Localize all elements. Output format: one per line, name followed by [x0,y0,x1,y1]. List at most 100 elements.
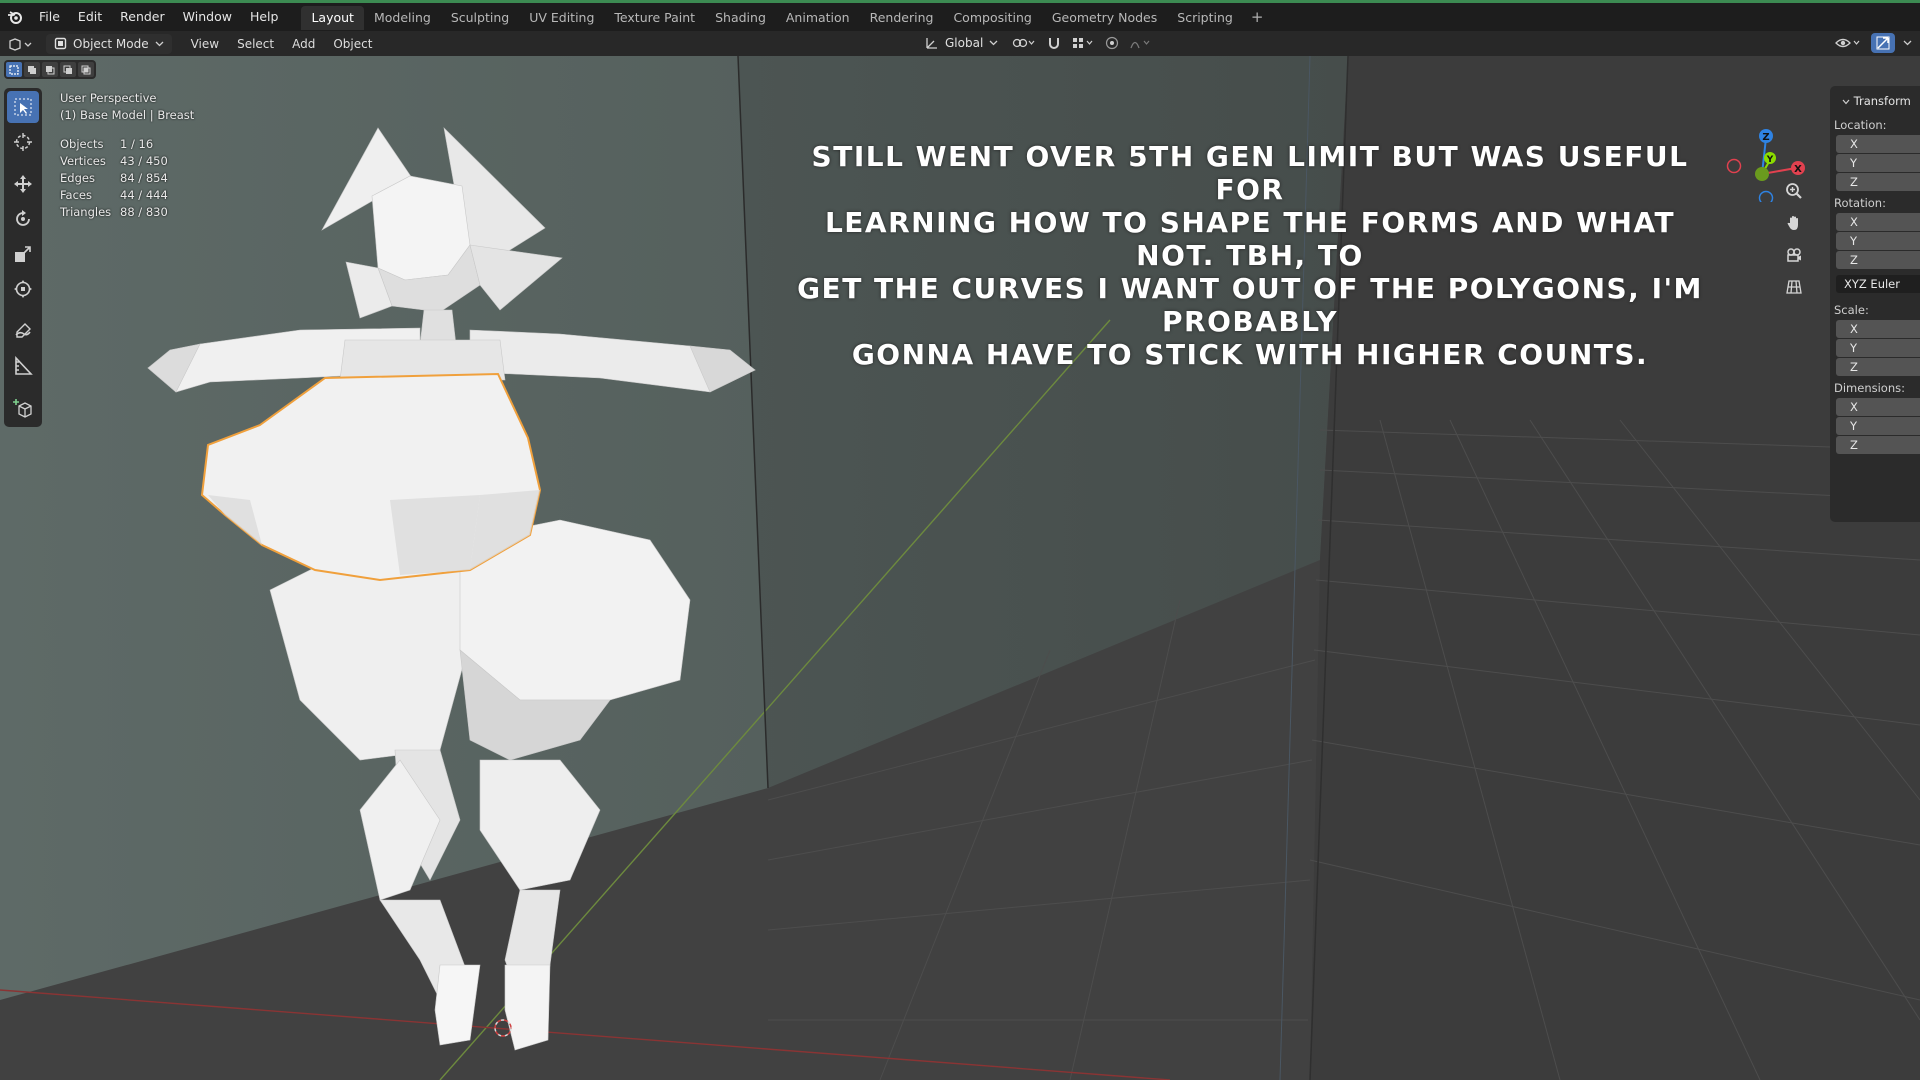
tab-modeling[interactable]: Modeling [364,6,441,30]
viewport-info-overlay: User Perspective (1) Base Model | Breast [60,90,194,124]
stat-value: 1 / 16 [120,137,154,151]
scale-icon [15,246,31,262]
tab-animation[interactable]: Animation [776,6,860,30]
3d-viewport[interactable]: User Perspective (1) Base Model | Breast… [0,56,1920,1080]
tab-rendering[interactable]: Rendering [860,6,944,30]
pivot-point-button[interactable] [1009,33,1039,53]
camera-view-button[interactable] [1780,242,1808,268]
visibility-selector[interactable] [1833,33,1863,53]
snap-target-selector[interactable] [1069,33,1097,53]
scale-z-field[interactable]: Z [1836,358,1920,376]
tab-sculpting[interactable]: Sculpting [441,6,519,30]
cursor-arrow-icon [14,98,32,116]
menu-object[interactable]: Object [324,37,381,51]
chevron-down-icon [989,40,998,46]
gizmo-y-label: Y [1766,155,1774,165]
transform-orientation-selector[interactable]: Global [918,33,1005,53]
chevron-down-icon [1842,99,1850,105]
cursor-tool[interactable] [7,126,39,158]
stat-row: Edges 84 / 854 [60,170,168,187]
tab-layout[interactable]: Layout [301,6,364,30]
add-cube-tool[interactable] [7,392,39,424]
perspective-toggle-button[interactable] [1780,274,1808,300]
select-extend-button[interactable] [24,62,40,77]
scale-x-field[interactable]: X [1836,320,1920,338]
view-name: User Perspective [60,91,157,105]
select-subtract-button[interactable] [42,62,58,77]
viewport-editor-icon [9,37,32,51]
crosshair-cursor-icon [14,133,32,151]
transform-panel-header[interactable]: Transform [1830,86,1920,114]
proportional-edit-icon [1106,36,1119,50]
menu-render[interactable]: Render [111,3,174,31]
location-label: Location: [1834,118,1887,132]
proportional-editing-toggle[interactable] [1101,33,1123,53]
mode-selector[interactable]: Object Mode [46,33,172,54]
measure-tool[interactable] [7,350,39,382]
rotate-icon [16,210,30,226]
hand-pan-icon [1787,216,1798,230]
tab-shading[interactable]: Shading [705,6,776,30]
menu-help[interactable]: Help [241,3,288,31]
annotate-tool[interactable] [7,315,39,347]
snap-toggle[interactable] [1043,33,1065,53]
dimensions-z-field[interactable]: Z [1836,436,1920,454]
stat-row: Vertices 43 / 450 [60,153,168,170]
scale-tool[interactable] [7,238,39,270]
select-new-button[interactable] [6,62,22,77]
tab-scripting[interactable]: Scripting [1167,6,1243,30]
stat-value: 84 / 854 [120,171,168,185]
menu-view[interactable]: View [182,37,228,51]
tab-compositing[interactable]: Compositing [943,6,1041,30]
location-z-field[interactable]: Z [1836,173,1920,191]
select-intersect-button[interactable] [78,62,94,77]
rotation-x-field[interactable]: X [1836,213,1920,231]
snap-grid-icon [1073,38,1093,48]
gizmo-z-label: Z [1762,132,1769,143]
select-box-tool[interactable] [7,91,39,123]
stat-value: 43 / 450 [120,154,168,168]
tool-shelf [4,88,42,427]
blender-logo-icon[interactable] [0,3,30,31]
select-invert-button[interactable] [60,62,76,77]
add-workspace-button[interactable]: + [1243,8,1272,26]
menu-edit[interactable]: Edit [69,3,111,31]
pivot-link-icon [1013,38,1035,48]
menu-select[interactable]: Select [228,37,283,51]
navigation-tools [1780,178,1808,300]
location-y-field[interactable]: Y [1836,154,1920,172]
menu-file[interactable]: File [30,3,69,31]
stat-label: Objects [60,137,104,151]
scale-y-field[interactable]: Y [1836,339,1920,357]
zoom-button[interactable] [1780,178,1808,204]
rotation-z-field[interactable]: Z [1836,251,1920,269]
tab-geometry-nodes[interactable]: Geometry Nodes [1042,6,1167,30]
proportional-falloff-selector[interactable] [1127,33,1155,53]
pan-button[interactable] [1780,210,1808,236]
menu-window[interactable]: Window [174,3,241,31]
chevron-down-icon [155,41,164,46]
editor-type-selector[interactable] [0,34,40,54]
menu-add[interactable]: Add [283,37,324,51]
select-mode-buttons [4,60,96,79]
comment-line: learning how to shape the forms and what… [824,206,1676,272]
gizmo-x-label: X [1794,164,1802,175]
eye-icon [1835,38,1860,48]
tab-texture-paint[interactable]: Texture Paint [604,6,705,30]
stat-row: Faces 44 / 444 [60,187,168,204]
dimensions-y-field[interactable]: Y [1836,417,1920,435]
location-x-field[interactable]: X [1836,135,1920,153]
transform-tool[interactable] [7,273,39,305]
gizmo-toggle[interactable] [1871,33,1895,53]
tab-uv-editing[interactable]: UV Editing [519,6,604,30]
orientation-axes-icon [926,38,937,49]
rotation-mode-dropdown[interactable]: XYZ Euler [1836,275,1920,293]
add-cube-icon [13,399,32,418]
move-tool[interactable] [7,168,39,200]
rotation-y-field[interactable]: Y [1836,232,1920,250]
ruler-icon [15,356,33,375]
comment-line: gonna have to stick with higher counts. [851,338,1649,371]
chevron-down-icon[interactable] [1903,40,1912,46]
rotate-tool[interactable] [7,203,39,235]
dimensions-x-field[interactable]: X [1836,398,1920,416]
